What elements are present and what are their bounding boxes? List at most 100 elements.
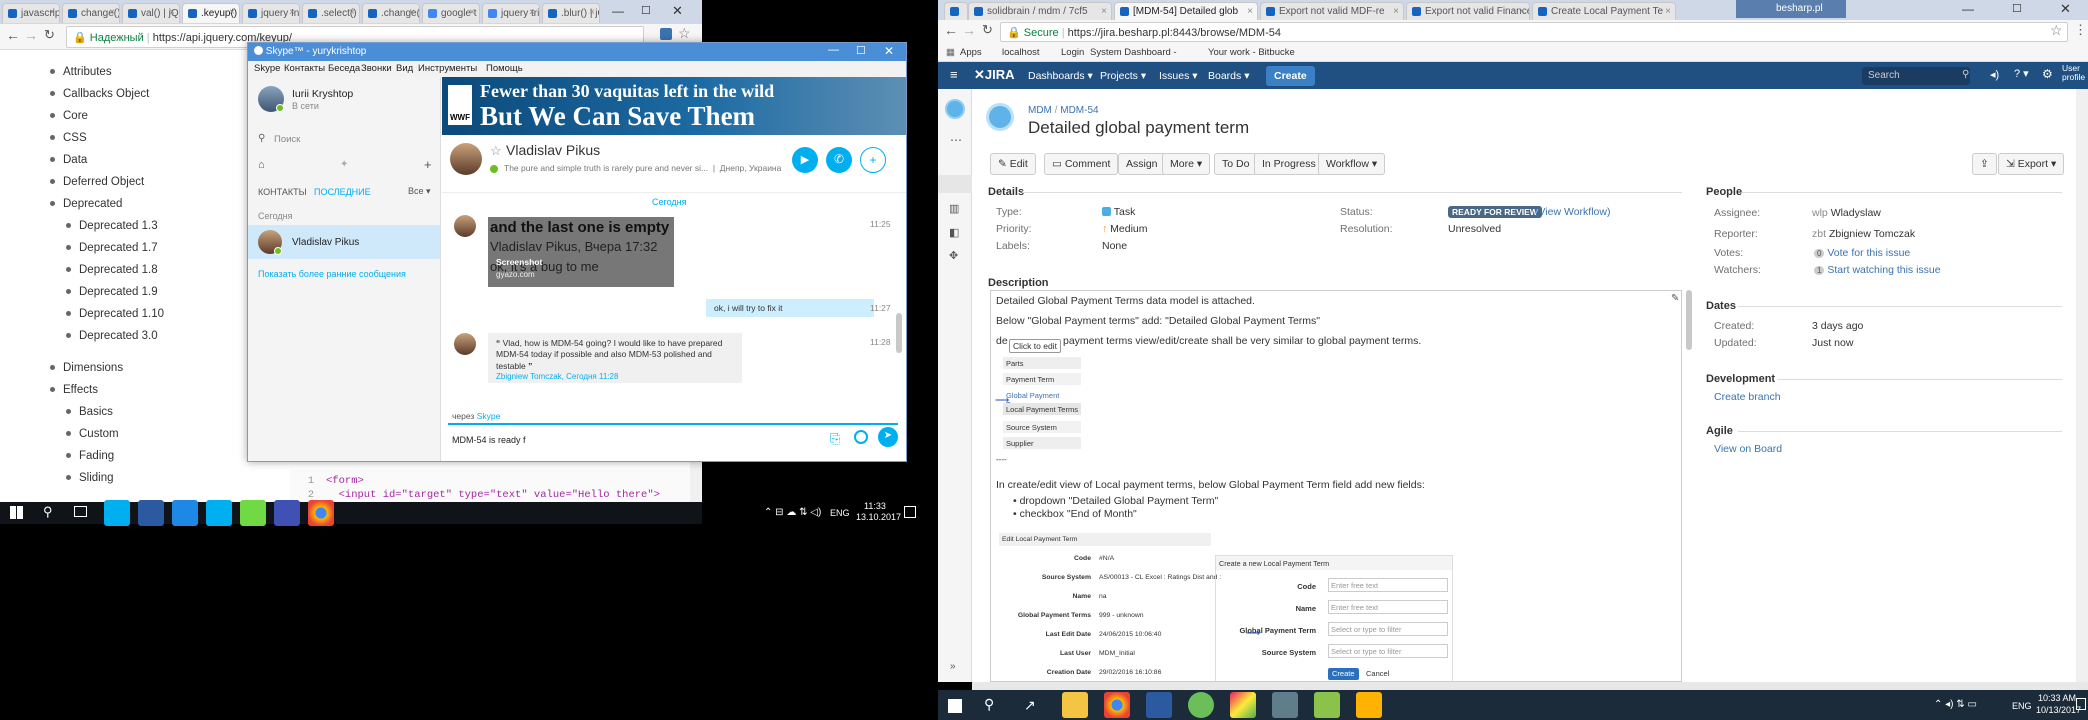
browser-tab-active[interactable]: [MDM-54] Detailed glob × [1114,2,1258,20]
chat-contact-name[interactable]: Vladislav Pikus [506,142,600,158]
close-icon[interactable]: × [349,7,355,18]
maximize-button[interactable]: ☐ [641,4,651,17]
todo-button[interactable]: To Do [1214,153,1258,175]
in-progress-button[interactable]: In Progress [1254,153,1324,175]
settings-gear-icon[interactable]: ⚙ [2042,67,2053,81]
sidebar-item-dimensions[interactable]: Dimensions [50,362,123,374]
vertical-scrollbar[interactable] [924,50,936,502]
sidebar-subitem[interactable]: Fading [66,450,114,462]
workflow-button[interactable]: Workflow ▾ [1318,153,1386,175]
view-on-board-link[interactable]: View on Board [1714,443,1782,455]
profile-status[interactable]: В сети [292,101,319,111]
clock-date[interactable]: 10/13/2017 [2036,705,2081,715]
taskbar-save-icon[interactable] [138,500,164,526]
bookmark-bitbucket[interactable]: Your work - Bitbucke [1208,47,1295,58]
tab-contacts[interactable]: КОНТАКТЫ [258,187,307,197]
menu-item[interactable]: Инструменты [418,63,477,74]
components-icon[interactable]: ✥ [949,249,958,262]
close-icon[interactable]: × [589,7,595,18]
votes-value[interactable]: 0 Vote for this issue [1814,247,1910,259]
more-icon[interactable]: ⋯ [950,133,962,147]
menu-item[interactable]: Помощь [486,63,523,74]
browser-tab[interactable] [944,2,968,20]
assignee-value[interactable]: wlp Wladyslaw [1812,207,1881,219]
task-view-icon[interactable] [74,506,87,517]
reload-icon[interactable]: ↻ [44,27,55,43]
outgoing-message[interactable]: ok, i will try to fix it [706,299,874,317]
nav-dashboards[interactable]: Dashboards ▾ [1028,70,1093,82]
search-input[interactable]: Поиск [274,134,300,145]
browser-tab[interactable]: Create Local Payment Te × [1532,2,1676,20]
board-icon[interactable]: ▥ [949,202,959,215]
edit-button[interactable]: ✎ Edit [990,153,1036,175]
watchers-value[interactable]: 1 Start watching this issue [1814,264,1941,276]
close-icon[interactable]: × [529,7,535,18]
description-scrollbar[interactable] [1686,290,1692,350]
close-icon[interactable]: × [1519,6,1525,17]
expand-sidebar-icon[interactable]: » [950,661,956,672]
project-avatar-icon[interactable] [945,99,965,119]
reports-icon[interactable]: ◧ [949,226,959,239]
filter-dropdown[interactable]: Все ▾ [408,186,431,197]
jira-search-input[interactable]: Search [1862,67,1970,85]
favorite-star-icon[interactable]: ☆ [490,143,502,159]
apps-icon[interactable]: ▦ [946,47,955,58]
reporter-value[interactable]: zbt Zbigniew Tomczak [1812,228,1915,240]
sidebar-subitem[interactable]: Deprecated 1.9 [66,286,158,298]
tray-icons[interactable]: ⌃ ⊟ ☁ ⇅ ◁) [764,507,821,518]
page-scrollbar[interactable] [2076,89,2088,682]
sidebar-item-callbacks[interactable]: Callbacks Object [50,88,149,100]
close-window-button[interactable]: ✕ [884,44,894,58]
sidebar-subitem[interactable]: Basics [66,406,113,418]
chat-scrollbar[interactable] [896,313,902,353]
browser-tab[interactable]: val() | jQ × [122,3,180,23]
edit-pencil-icon[interactable]: ✎ [1671,293,1679,304]
search-icon[interactable]: ⚲ [1962,69,1969,80]
priority-value[interactable]: ↑ Medium [1102,223,1148,235]
status-lozenge[interactable]: READY FOR REVIEW [1448,206,1542,218]
menu-item[interactable]: Звонки [361,63,392,74]
minimize-button[interactable]: — [1962,2,1974,16]
bookmark-apps[interactable]: Apps [960,47,982,58]
bookmark-star-icon[interactable]: ☆ [2050,22,2063,39]
browser-tab[interactable]: Export not valid Finance × [1406,2,1530,20]
bookmark-dashboard[interactable]: System Dashboard - [1090,47,1177,58]
type-value[interactable]: Task [1102,206,1135,218]
issue-title[interactable]: Detailed global payment term [1028,118,1249,138]
start-button[interactable] [10,506,23,519]
quoted-message[interactable]: “ Vlad, how is MDM-54 going? I would lik… [488,333,742,383]
taskbar-colorful-icon[interactable] [1230,692,1256,718]
forward-arrow-icon[interactable]: → [962,22,976,38]
close-icon[interactable]: × [49,7,55,18]
close-icon[interactable]: × [409,7,415,18]
ad-banner[interactable]: WWF Fewer than 30 vaquitas left in the w… [442,77,906,135]
close-icon[interactable]: × [1247,6,1253,17]
nav-projects[interactable]: Projects ▾ [1100,70,1146,82]
breadcrumb-project[interactable]: MDM [1028,105,1052,116]
profile-name[interactable]: Iurii Kryshtop [292,88,353,100]
clock-time[interactable]: 10:33 AM [2038,693,2076,703]
sidebar-subitem[interactable]: Deprecated 3.0 [66,330,158,342]
help-icon[interactable]: ? ▾ [2014,67,2029,80]
sidebar-item-attributes[interactable]: Attributes [50,66,112,78]
browser-tab[interactable]: google t × [422,3,480,23]
jira-logo[interactable]: ✕JIRA [974,67,1015,83]
more-button[interactable]: More ▾ [1162,153,1211,175]
browser-tab[interactable]: solidbrain / mdm / 7cf5 × [968,2,1112,20]
browser-tab[interactable]: change() × [62,3,120,23]
window-user-badge[interactable]: besharp.pl [1736,0,1846,18]
sidebar-subitem[interactable]: Deprecated 1.10 [66,308,164,320]
start-button[interactable] [948,699,962,713]
menu-dots-icon[interactable]: ⋮ [2074,22,2087,38]
sidebar-item-core[interactable]: Core [50,110,88,122]
task-view-icon[interactable]: ↗ [1024,697,1036,714]
create-button[interactable]: Create [1266,66,1315,86]
browser-tab[interactable]: .select() × [302,3,360,23]
video-call-button[interactable]: ▶ [792,147,818,173]
browser-tab[interactable]: .change() × [362,3,420,23]
project-avatar[interactable] [986,103,1014,131]
assign-button[interactable]: Assign [1118,153,1166,175]
horizontal-scrollbar[interactable] [972,682,2088,690]
close-icon[interactable]: × [1101,6,1107,17]
create-branch-link[interactable]: Create branch [1714,391,1781,403]
